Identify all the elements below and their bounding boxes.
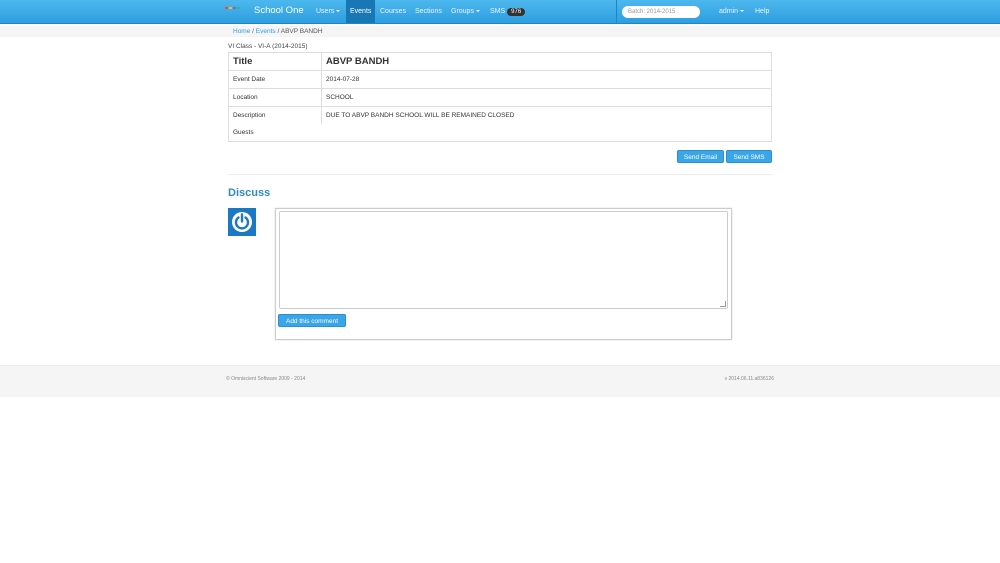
user-menu-label: admin [719,8,739,15]
breadcrumb-home[interactable]: Home [233,28,250,35]
event-detail-table: Title ABVP BANDH Event Date 2014-07-28 L… [228,52,772,142]
location-value: SCHOOL [321,88,772,107]
nav-events[interactable]: Events [346,0,376,23]
chevron-down-icon [336,10,341,13]
navbar-inner: School One Users Events Courses Sections… [225,0,775,23]
nav-users[interactable]: Users [312,0,344,23]
footer: © Omniscient Software 2009 - 2014 v 2014… [0,365,1000,397]
table-row: Description DUE TO ABVP BANDH SCHOOL WIL… [228,106,772,124]
table-row: Guests [229,124,772,142]
logo-icon [225,4,245,9]
event-class-line: VI Class - VI-A (2014-2015) [228,43,308,50]
top-navbar: School One Users Events Courses Sections… [0,0,1000,24]
avatar [228,208,256,236]
breadcrumb: Home / Events / ABVP BANDH [233,28,323,35]
table-row: Event Date 2014-07-28 [228,70,772,89]
chevron-down-icon [740,10,745,13]
description-label: Description [228,106,322,124]
batch-search-input[interactable]: Batch: 2014-2015 [622,6,700,18]
nav-sms-label: SMS [490,8,506,15]
send-sms-button[interactable]: Send SMS [726,150,772,163]
send-email-button[interactable]: Send Email [677,150,724,163]
section-divider [228,174,772,175]
breadcrumb-bar [0,26,1000,37]
nav-events-label: Events [350,8,372,15]
description-value: DUE TO ABVP BANDH SCHOOL WILL BE REMAINE… [321,106,772,124]
power-icon [232,212,252,232]
add-comment-button[interactable]: Add this comment [278,314,346,327]
event-date-label: Event Date [228,70,322,89]
user-menu[interactable]: admin [715,0,748,23]
location-label: Location [228,88,322,107]
table-row: Title ABVP BANDH [228,52,772,71]
footer-copyright: © Omniscient Software 2009 - 2014 [226,376,306,382]
nav-courses[interactable]: Courses [376,0,410,23]
resize-handle-icon[interactable] [720,301,726,307]
breadcrumb-separator: / [252,28,254,35]
nav-divider [616,0,617,23]
breadcrumb-separator: / [277,28,280,35]
event-date-value: 2014-07-28 [321,70,772,89]
brand-link[interactable]: School One [254,5,304,16]
event-title: ABVP BANDH [326,56,390,67]
help-link[interactable]: Help [751,0,773,23]
nav-sections-label: Sections [415,8,442,15]
chevron-down-icon [475,10,480,13]
table-row: Location SCHOOL [228,88,772,107]
comment-form: Add this comment [275,208,732,340]
sms-count-badge: 976 [507,8,526,16]
title-label: Title [228,52,322,71]
guests-label: Guests [233,129,254,136]
nav-courses-label: Courses [380,8,407,15]
discuss-heading: Discuss [228,187,271,199]
nav-groups-label: Groups [451,8,474,15]
breadcrumb-events[interactable]: Events [256,28,276,35]
nav-sections[interactable]: Sections [411,0,446,23]
comment-textarea[interactable] [279,211,728,309]
nav-groups[interactable]: Groups [447,0,484,23]
nav-sms[interactable]: SMS 976 [486,0,529,23]
nav-users-label: Users [316,8,335,15]
footer-version: v 2014.06.11.a836126 [724,376,774,382]
guests-value [322,124,772,142]
breadcrumb-current: ABVP BANDH [280,28,323,35]
